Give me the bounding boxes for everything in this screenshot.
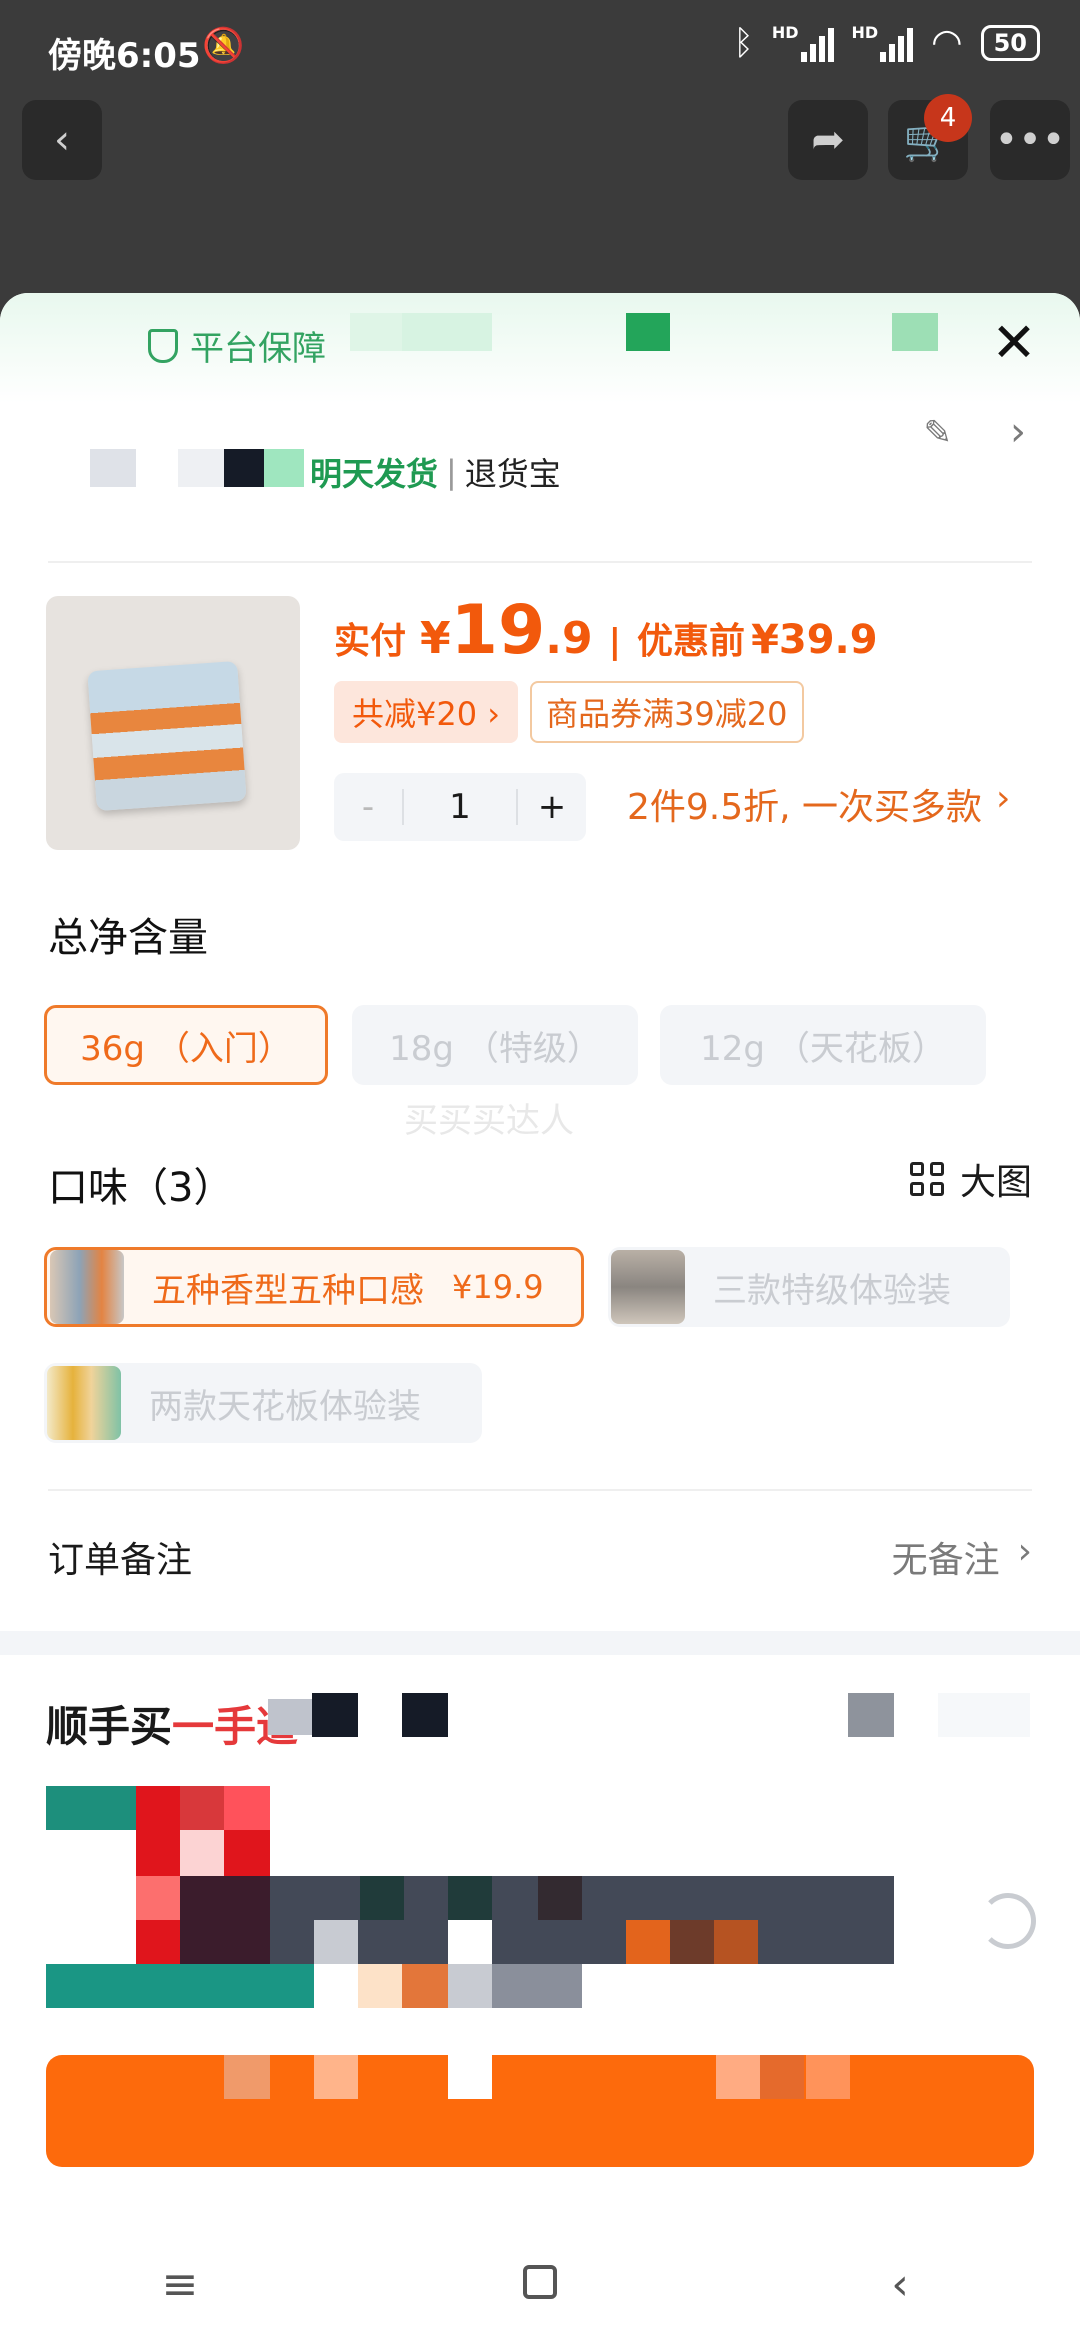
grid-icon [909,1162,944,1196]
share-icon: ➦ [811,117,845,163]
menu-icon[interactable]: ≡ [120,2259,240,2310]
censor-block [224,449,264,487]
section-separator [0,1631,1080,1655]
back-button[interactable]: ‹ [22,100,102,180]
signal-icon [880,28,914,62]
price-decimal: .9 [545,613,593,664]
flavor-label: 两款天花板体验装 [149,1386,421,1427]
confirm-buy-button[interactable] [46,2055,1034,2167]
price-line: 实付 ¥ 19 .9 | 优惠前 ¥39.9 [334,591,878,670]
flavor-price: ¥19.9 [452,1268,544,1306]
product-image[interactable] [46,596,300,850]
order-note-row[interactable]: 订单备注 无备注 › [48,1531,1032,1583]
status-bar: 傍晚6:05 🔕 ᛒ HD HD ◠ 50 [0,0,1080,100]
buy-together-title: 顺手买 一手道 [46,1693,298,1754]
big-view-toggle[interactable]: 大图 [909,1153,1032,1205]
price-separator: | [608,622,622,662]
guarantee-text: 平台保障 [190,329,326,369]
ship-separator: | [446,453,457,491]
option-36g[interactable]: 36g （入门） [44,1005,328,1085]
share-button[interactable]: ➦ [788,100,868,180]
chevron-left-icon: ‹ [54,117,70,163]
flavor-option-five[interactable]: 五种香型五种口感 ¥19.9 [44,1247,584,1327]
edit-icon[interactable]: ✎ [924,413,953,453]
chevron-right-icon: › [1010,409,1026,455]
cart-count-badge: 4 [924,94,972,142]
promo-text: 2件9.5折, 一次买多款 [627,787,983,828]
original-label: 优惠前 [637,621,746,662]
big-view-label: 大图 [959,1162,1032,1203]
order-note-label: 订单备注 [48,1540,193,1581]
order-note-value: 无备注 › [892,1531,1032,1583]
original-price: ¥39.9 [751,617,878,663]
flavor-thumbnail [50,1250,124,1324]
flavor-label: 五种香型五种口感 [152,1270,424,1311]
option-12g[interactable]: 12g （天花板） [660,1005,986,1085]
close-icon: ✕ [991,311,1037,374]
shield-icon [148,328,178,363]
censor-block [178,449,224,487]
loading-spinner-icon [980,1893,1036,1949]
chevron-right-icon: › [996,778,1011,819]
divider [48,1489,1032,1491]
censor-block [892,313,938,351]
censor-block [90,449,136,487]
return-service: 退货宝 [464,455,561,493]
price-integer: 19 [450,591,546,670]
guarantee-bar: 平台保障 ✕ [0,293,1080,403]
discount-tags: 共减¥20 › 商品券满39减20 [334,681,804,743]
system-nav-bar: ≡ ‹ [0,2228,1080,2340]
product-pack-image [87,660,247,812]
chevron-right-icon: › [1017,1531,1032,1572]
increase-button[interactable]: + [518,787,586,827]
censor-block [402,313,492,351]
note-value-text: 无备注 [891,1540,1000,1581]
buy-together-label: 顺手买 [46,1702,173,1751]
status-icons: ᛒ HD HD ◠ 50 [733,22,1040,63]
more-button[interactable]: ••• [990,100,1070,180]
flavor-option-three[interactable]: 三款特级体验装 [608,1247,1010,1327]
flavor-label: 三款特级体验装 [713,1270,951,1311]
mute-icon: 🔕 [202,26,245,66]
flavor-thumbnail [611,1250,685,1324]
hd-label: HD [771,23,799,42]
flavor-thumbnail [47,1366,121,1440]
ship-date: 明天发货 [310,455,439,493]
decrease-button[interactable]: - [334,787,402,827]
guarantee: 平台保障 [148,321,326,370]
option-18g[interactable]: 18g （特级） [352,1005,638,1085]
wifi-icon: ◠ [931,22,963,63]
censor-block [626,313,670,351]
censor-block [264,449,304,487]
home-icon[interactable] [480,2259,600,2310]
paid-label: 实付 [334,621,407,662]
divider [48,561,1032,563]
back-nav-icon[interactable]: ‹ [840,2259,960,2310]
close-button[interactable]: ✕ [984,313,1044,373]
cart-button[interactable]: 🛒 4 [888,94,972,180]
watermark: 买买买达人 [404,1101,574,1141]
coupon-tag: 商品券满39减20 [530,681,804,743]
discount-total-tag[interactable]: 共减¥20 › [334,681,519,743]
flavor-option-two[interactable]: 两款天花板体验装 [44,1363,482,1443]
status-time: 傍晚6:05 [48,36,201,76]
top-nav: ‹ ➦ 🛒 4 ••• [0,94,1080,180]
shipping-info: 明天发货 | 退货宝 [310,449,561,495]
sku-bottom-sheet: 平台保障 ✕ ✎ › 明天发货 | 退货宝 实付 ¥ 19 .9 | 优惠前 ¥ [0,293,1080,2340]
multi-buy-promo[interactable]: 2件9.5折, 一次买多款 › [627,778,1010,830]
bluetooth-icon: ᛒ [733,22,754,63]
price-currency: ¥ [420,613,451,664]
quantity-value[interactable]: 1 [402,789,518,825]
address-row[interactable]: ✎ › 明天发货 | 退货宝 [48,409,1032,533]
hd-label: HD [851,23,879,42]
more-icon: ••• [994,117,1066,163]
quantity-stepper: - 1 + [334,773,586,841]
signal-icon [800,28,834,62]
flavor-title: 口味（3） [48,1165,234,1211]
battery-icon: 50 [980,24,1040,61]
net-content-title: 总净含量 [48,915,208,961]
